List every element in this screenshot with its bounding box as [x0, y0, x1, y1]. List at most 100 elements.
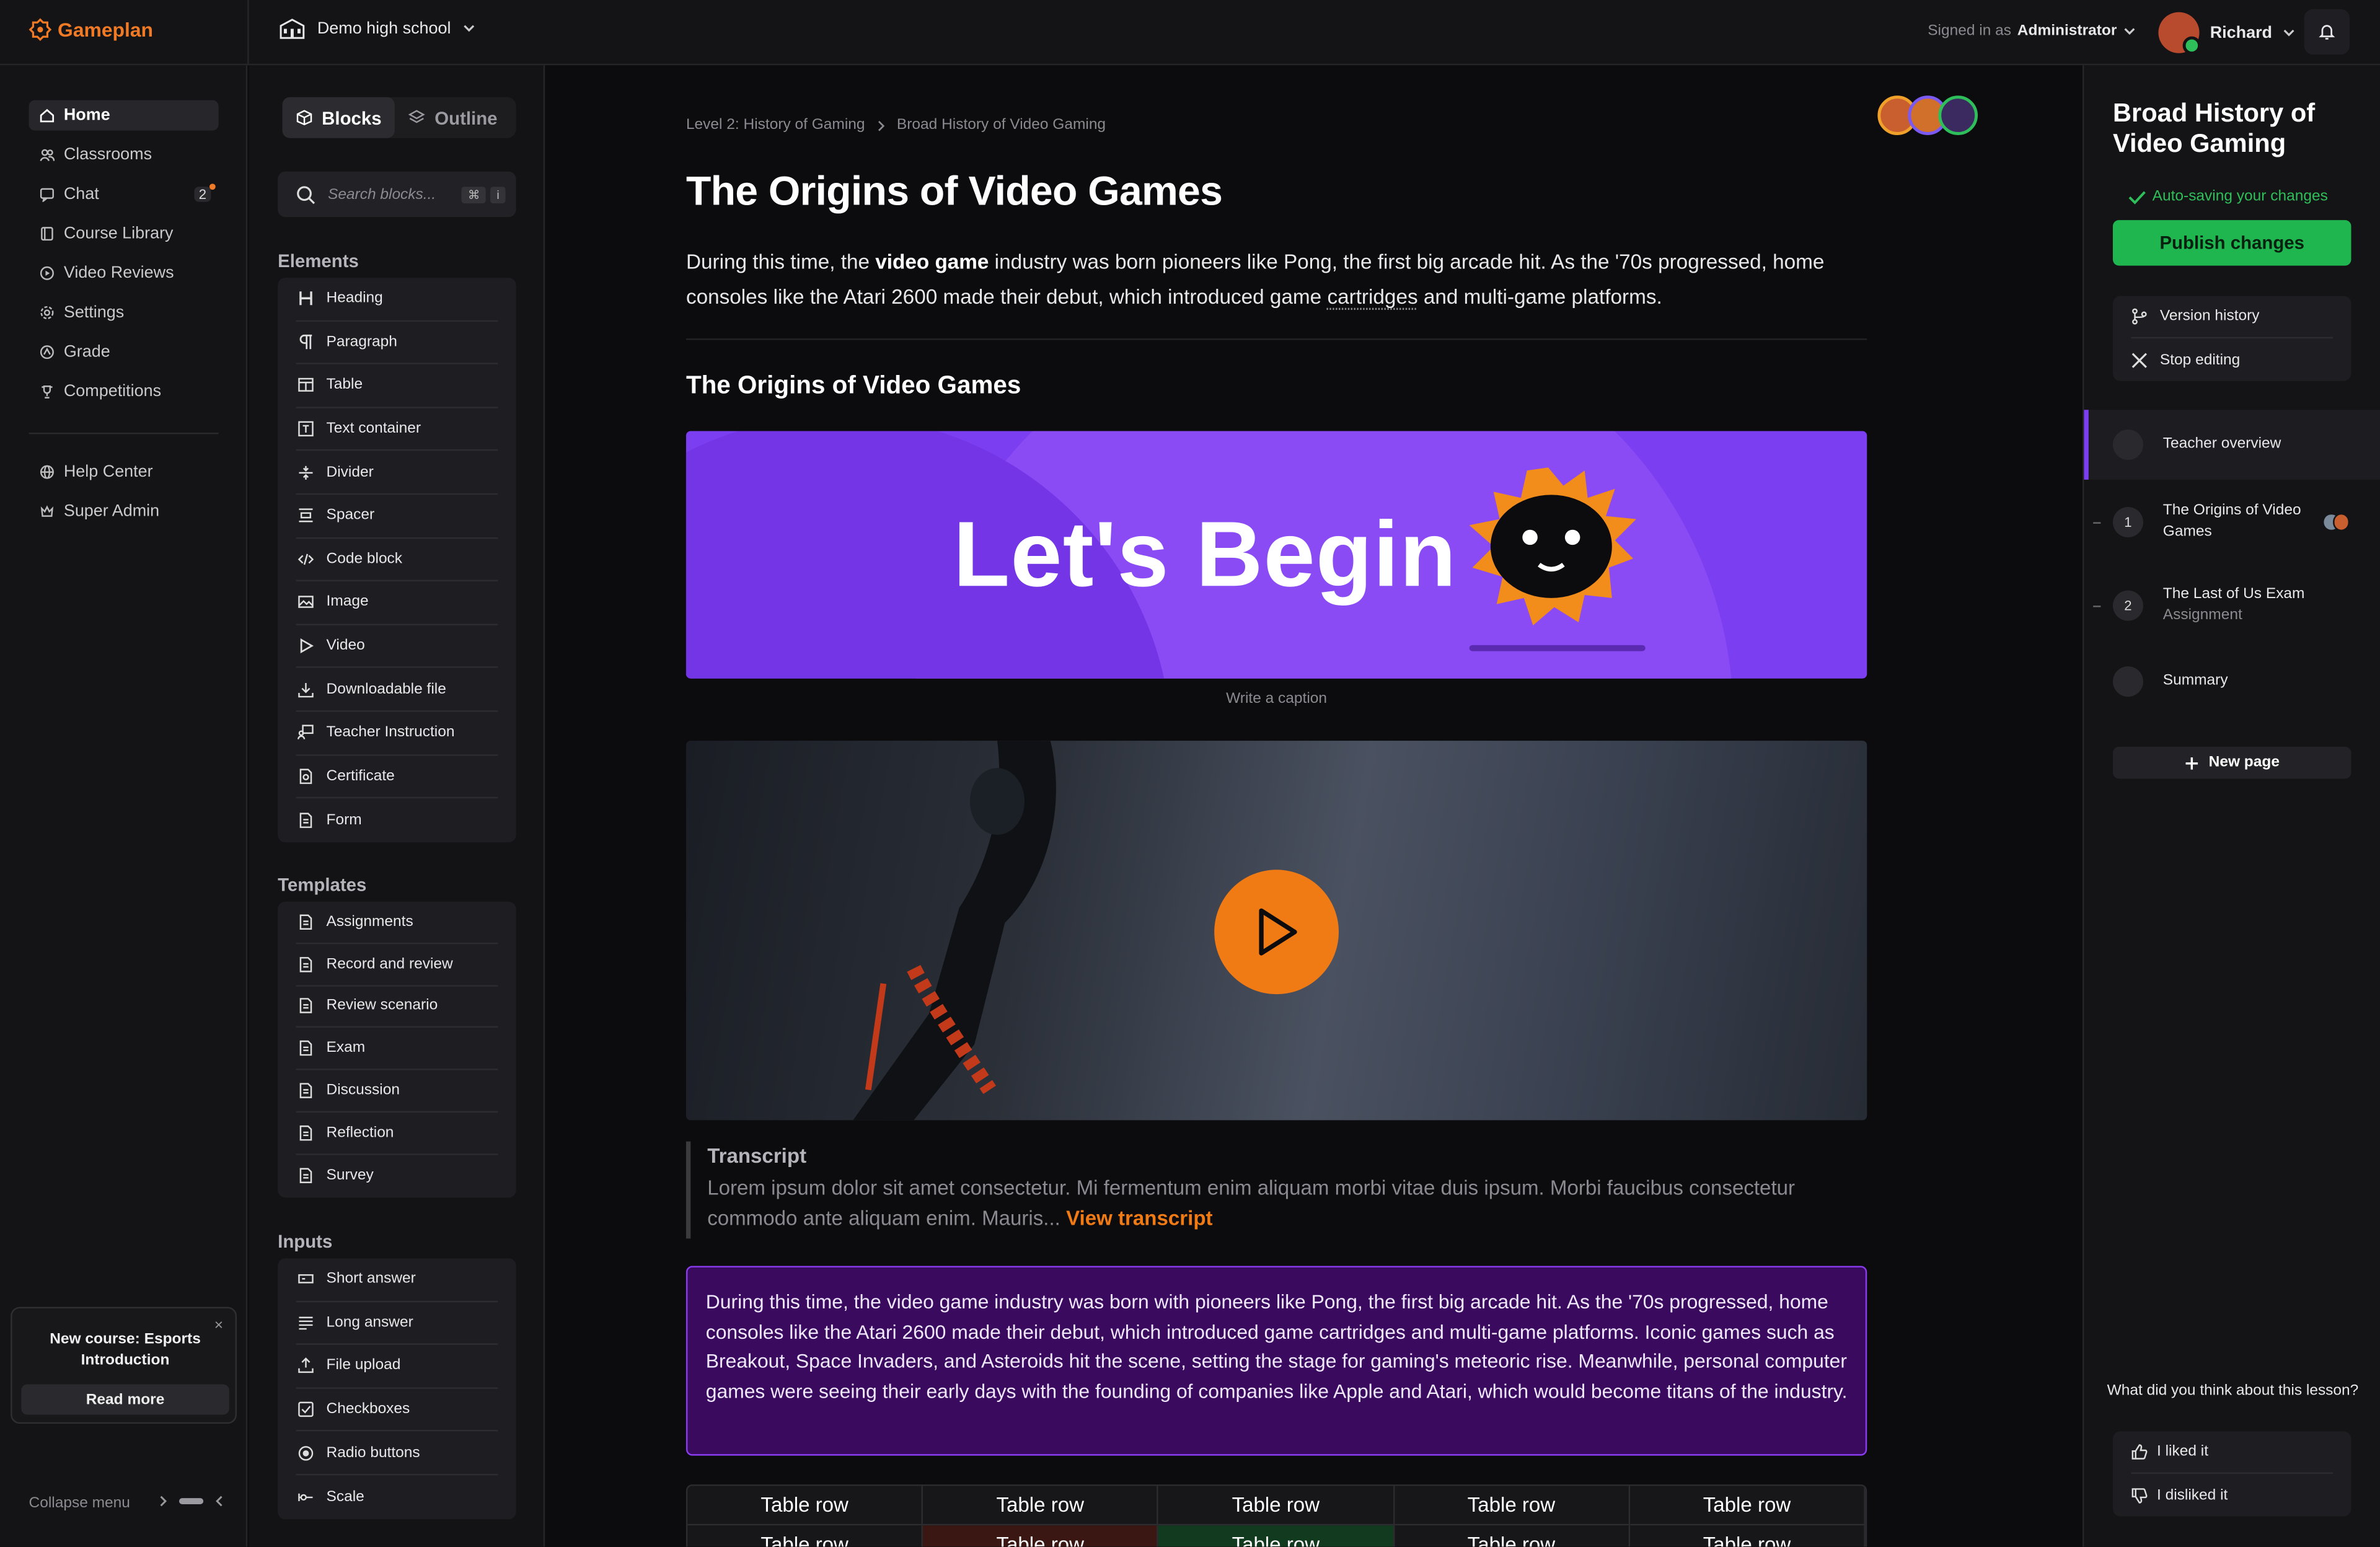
table-cell[interactable]: Table row [687, 1486, 923, 1526]
lets-begin-banner-image[interactable]: Let's Begin [685, 431, 1867, 679]
new-page-label: New page [2208, 754, 2280, 772]
table-cell[interactable]: Table row [687, 1525, 923, 1547]
block-certificate[interactable]: Certificate [296, 755, 498, 799]
block-form[interactable]: Form [296, 798, 498, 842]
template-exam[interactable]: Exam [296, 1028, 498, 1070]
chevron-right-icon [159, 1495, 167, 1507]
video-player[interactable] [685, 741, 1867, 1121]
tab-outline[interactable]: Outline [395, 97, 511, 138]
read-more-button[interactable]: Read more [21, 1384, 229, 1415]
drag-handle-icon[interactable] [2093, 606, 2101, 607]
drag-handle-icon[interactable] [2093, 522, 2101, 524]
table-cell[interactable]: Table row [1629, 1486, 1866, 1526]
input-radio-buttons[interactable]: Radio buttons [296, 1432, 498, 1476]
template-label: Survey [326, 1167, 374, 1184]
input-checkboxes[interactable]: Checkboxes [296, 1388, 498, 1432]
block-paragraph[interactable]: Paragraph [296, 321, 498, 365]
template-reflection[interactable]: Reflection [296, 1113, 498, 1155]
school-switcher[interactable]: Demo high school [280, 17, 475, 40]
block-label: Paragraph [326, 333, 397, 351]
tab-blocks[interactable]: Blocks [282, 97, 395, 138]
nav-item-competitions[interactable]: Competitions [29, 376, 219, 407]
page-title[interactable]: The Origins of Video Games [686, 169, 1223, 216]
table-cell[interactable]: Table row [1629, 1525, 1866, 1547]
play-button[interactable] [1214, 870, 1339, 995]
collapse-menu-control[interactable] [159, 1495, 223, 1507]
table-cell[interactable]: Table row [1394, 1525, 1630, 1547]
template-assignments[interactable]: Assignments [296, 902, 498, 944]
stop-editing-button[interactable]: Stop editing [2131, 338, 2333, 381]
lead-paragraph[interactable]: During this time, the video game industr… [686, 244, 1870, 314]
nav-item-super-admin[interactable]: Super Admin [29, 496, 219, 527]
template-discussion[interactable]: Discussion [296, 1070, 498, 1113]
role-switcher[interactable]: Signed in as Administrator [1928, 23, 2135, 40]
plus-icon [2184, 755, 2199, 770]
table-cell[interactable]: Table row [1394, 1486, 1630, 1526]
template-survey[interactable]: Survey [296, 1155, 498, 1197]
like-button[interactable]: I liked it [2131, 1431, 2334, 1474]
nav-item-label: Settings [63, 303, 125, 322]
notifications-button[interactable] [2304, 9, 2350, 55]
page-title: Teacher overview [2162, 435, 2281, 452]
view-transcript-link[interactable]: View transcript [1066, 1207, 1212, 1230]
nav-item-settings[interactable]: Settings [29, 298, 219, 328]
scale-icon [296, 1489, 314, 1505]
breadcrumb-item-level[interactable]: Level 2: History of Gaming [686, 117, 865, 134]
content-table[interactable]: Table row Table row Table row Table row … [685, 1484, 1867, 1547]
input-long-answer[interactable]: Long answer [296, 1302, 498, 1346]
search-blocks-input[interactable]: Search blocks... ⌘ i [278, 171, 516, 218]
play-circle-icon [40, 266, 55, 281]
collapse-handle-icon [178, 1498, 204, 1504]
table-cell[interactable]: Table row [923, 1525, 1159, 1547]
chat-icon [40, 187, 55, 202]
nav-item-video-reviews[interactable]: Video Reviews [29, 258, 219, 288]
input-label: Checkboxes [326, 1401, 410, 1418]
nav-item-chat[interactable]: Chat 2 [29, 179, 219, 209]
block-image[interactable]: Image [296, 581, 498, 625]
input-scale[interactable]: Scale [296, 1475, 498, 1518]
collaborator-avatars[interactable] [1877, 95, 1978, 135]
nav-item-home[interactable]: Home [29, 100, 219, 131]
new-course-promo: × New course: Esports Introduction Read … [11, 1307, 237, 1424]
nav-item-help-center[interactable]: Help Center [29, 457, 219, 487]
page-number [2112, 430, 2143, 461]
block-label: Image [326, 594, 369, 611]
block-video[interactable]: Video [296, 625, 498, 669]
nav-item-label: Chat [63, 185, 99, 204]
block-divider[interactable]: Divider [296, 451, 498, 495]
block-heading[interactable]: Heading [296, 278, 498, 322]
block-code-block[interactable]: Code block [296, 538, 498, 582]
collapse-menu-label[interactable]: Collapse menu [29, 1495, 130, 1512]
breadcrumb-item-lesson[interactable]: Broad History of Video Gaming [897, 117, 1106, 134]
search-icon [296, 185, 316, 205]
brand-logo[interactable]: Gameplan [29, 18, 153, 41]
tab-label: Blocks [322, 107, 382, 128]
section-heading[interactable]: The Origins of Video Games [686, 372, 1021, 401]
block-spacer[interactable]: Spacer [296, 495, 498, 539]
input-label: Scale [326, 1488, 364, 1505]
new-page-button[interactable]: New page [2112, 746, 2351, 779]
publish-changes-button[interactable]: Publish changes [2112, 220, 2351, 266]
version-history-button[interactable]: Version history [2131, 296, 2334, 339]
dislike-button[interactable]: I disliked it [2131, 1474, 2333, 1517]
template-review-scenario[interactable]: Review scenario [296, 986, 498, 1028]
block-text-container[interactable]: Text container [296, 408, 498, 452]
caption-input[interactable]: Write a caption [686, 690, 1867, 707]
table-cell[interactable]: Table row [1158, 1486, 1395, 1526]
table-cell[interactable]: Table row [1158, 1525, 1395, 1547]
nav-item-classrooms[interactable]: Classrooms [29, 139, 219, 170]
nav-item-course-library[interactable]: Course Library [29, 219, 219, 249]
input-file-upload[interactable]: File upload [296, 1345, 498, 1389]
block-downloadable-file[interactable]: Downloadable file [296, 668, 498, 712]
table-cell[interactable]: Table row [923, 1486, 1159, 1526]
template-record-and-review[interactable]: Record and review [296, 944, 498, 986]
block-teacher-instruction[interactable]: Teacher Instruction [296, 712, 498, 756]
templates-title: Templates [278, 874, 367, 896]
nav-item-grade[interactable]: Grade [29, 337, 219, 368]
user-menu[interactable]: Richard [2158, 12, 2294, 55]
nav-item-label: Super Admin [63, 502, 160, 521]
input-short-answer[interactable]: Short answer [296, 1258, 498, 1302]
text-container-callout[interactable]: During this time, the video game industr… [685, 1266, 1867, 1456]
page-number: 1 [2112, 506, 2143, 537]
block-table[interactable]: Table [296, 364, 498, 408]
